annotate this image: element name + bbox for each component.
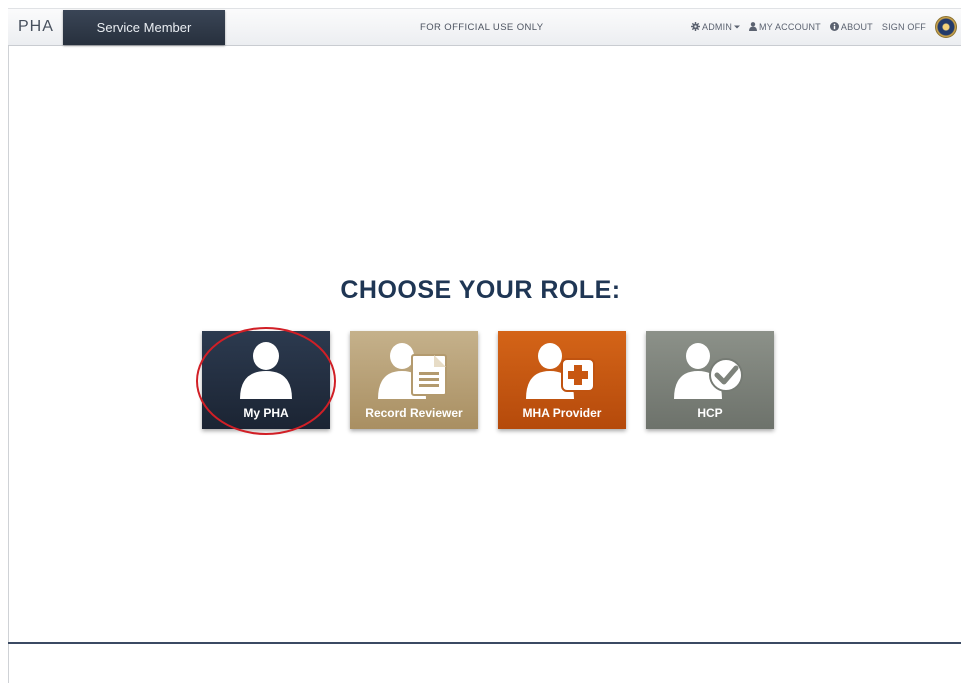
sign-off-link[interactable]: SIGN OFF bbox=[882, 22, 926, 32]
app-brand: PHA bbox=[18, 18, 54, 35]
role-tile-mha-provider[interactable]: MHA Provider bbox=[498, 331, 626, 429]
seal-icon bbox=[935, 16, 957, 38]
about-label: ABOUT bbox=[840, 22, 873, 32]
role-label: MHA Provider bbox=[522, 406, 602, 420]
top-bar: PHA Service Member FOR OFFICIAL USE ONLY… bbox=[8, 8, 961, 46]
admin-label: ADMIN bbox=[702, 22, 733, 32]
user-icon bbox=[240, 342, 292, 399]
info-icon bbox=[829, 21, 839, 33]
chevron-down-icon bbox=[734, 22, 741, 32]
footer-divider bbox=[8, 642, 961, 644]
about-link[interactable]: ABOUT bbox=[829, 21, 873, 33]
role-label: Record Reviewer bbox=[365, 406, 463, 420]
role-tiles: My PHA Record Reviewer MHA Provider HCP bbox=[202, 331, 774, 429]
role-tile-hcp[interactable]: HCP bbox=[646, 331, 774, 429]
sign-off-label: SIGN OFF bbox=[881, 22, 926, 32]
gear-icon bbox=[691, 21, 701, 33]
role-label: My PHA bbox=[243, 406, 289, 420]
role-label: HCP bbox=[697, 406, 723, 420]
user-check-icon bbox=[674, 343, 743, 399]
top-nav: ADMIN MY ACCOUNT ABOUT SIGN OFF bbox=[691, 16, 957, 38]
role-tile-record-reviewer[interactable]: Record Reviewer bbox=[350, 331, 478, 429]
role-tab-service-member[interactable]: Service Member bbox=[63, 10, 225, 45]
official-use-notice: FOR OFFICIAL USE ONLY bbox=[420, 22, 544, 33]
admin-menu[interactable]: ADMIN bbox=[691, 21, 741, 33]
my-account-label: MY ACCOUNT bbox=[759, 22, 821, 32]
user-plus-icon bbox=[526, 343, 595, 399]
role-tile-my-pha[interactable]: My PHA bbox=[202, 331, 330, 429]
user-icon bbox=[749, 21, 758, 33]
page-title: CHOOSE YOUR ROLE: bbox=[340, 276, 621, 304]
user-document-icon bbox=[378, 343, 447, 399]
my-account-link[interactable]: MY ACCOUNT bbox=[749, 21, 821, 33]
